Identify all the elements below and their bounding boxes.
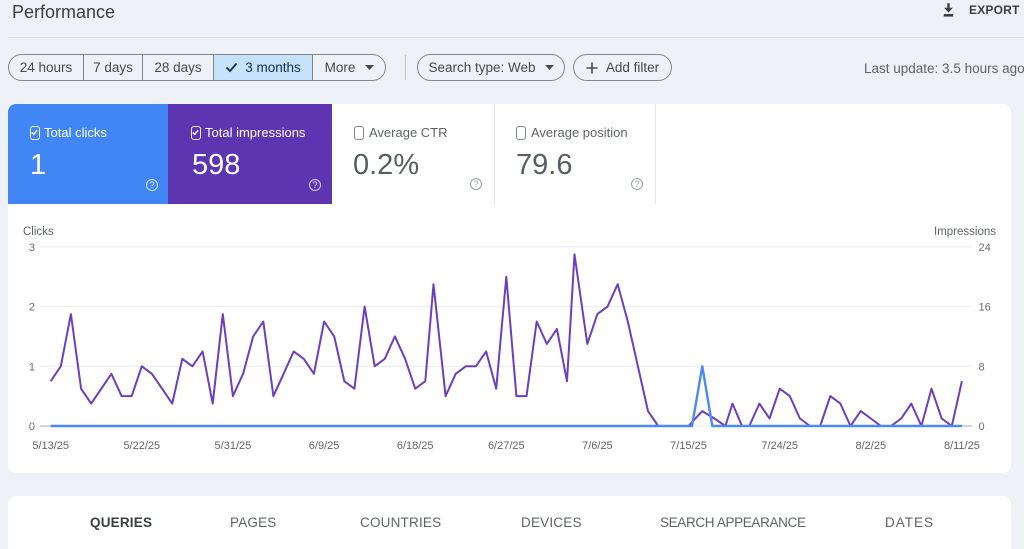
svg-text:7/24/25: 7/24/25: [761, 440, 798, 452]
svg-text:0: 0: [29, 421, 35, 433]
svg-text:7/6/25: 7/6/25: [582, 440, 613, 452]
svg-text:1: 1: [29, 361, 35, 373]
svg-text:5/22/25: 5/22/25: [123, 440, 160, 452]
svg-text:5/31/25: 5/31/25: [215, 440, 252, 452]
svg-text:0: 0: [979, 421, 985, 433]
svg-text:2: 2: [29, 302, 35, 314]
svg-text:Impressions: Impressions: [934, 226, 996, 238]
svg-text:6/27/25: 6/27/25: [488, 440, 525, 452]
svg-text:7/15/25: 7/15/25: [670, 440, 707, 452]
svg-text:Clicks: Clicks: [23, 226, 54, 238]
svg-text:6/9/25: 6/9/25: [309, 440, 340, 452]
svg-text:8/11/25: 8/11/25: [944, 440, 980, 452]
svg-text:16: 16: [979, 302, 991, 314]
svg-text:3: 3: [29, 242, 35, 254]
svg-text:8/2/25: 8/2/25: [856, 440, 887, 452]
svg-text:5/13/25: 5/13/25: [32, 440, 69, 452]
svg-text:8: 8: [979, 361, 985, 373]
svg-text:24: 24: [979, 242, 991, 254]
svg-text:6/18/25: 6/18/25: [397, 440, 434, 452]
